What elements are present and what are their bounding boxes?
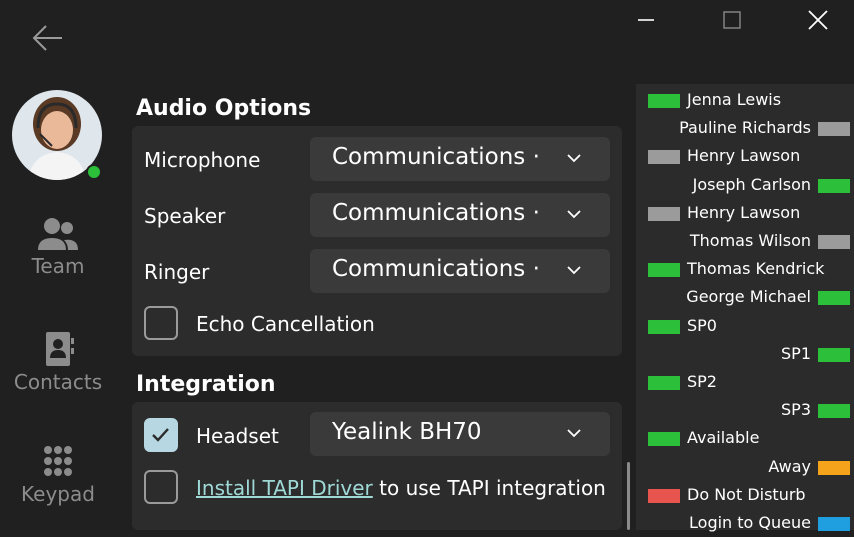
team-icon (38, 218, 78, 250)
team-member-name: Thomas Kendrick (687, 259, 825, 279)
status-swatch (818, 178, 850, 193)
status-swatch (818, 235, 850, 249)
headset-dropdown[interactable]: Yealink BH70 (310, 412, 610, 456)
status-swatch (648, 432, 680, 447)
team-member[interactable]: Pauline Richards (636, 114, 854, 142)
team-member[interactable]: Henry Lawson (636, 199, 854, 227)
team-member[interactable]: Jenna Lewis (636, 86, 854, 114)
team-member-name: George Michael (686, 287, 811, 307)
contacts-icon (46, 332, 74, 366)
team-member-name: SP3 (781, 400, 811, 420)
nav-keypad[interactable]: Keypad (0, 442, 116, 506)
team-member[interactable]: SP1 (636, 340, 854, 368)
chevron-down-icon (567, 429, 581, 438)
maximize-icon (723, 11, 741, 29)
status-swatch (648, 376, 680, 390)
settings-panel: Audio Options Microphone Communications … (128, 84, 630, 530)
presence-indicator (86, 164, 102, 180)
tapi-checkbox[interactable] (144, 470, 178, 504)
integration-title: Integration (136, 372, 276, 397)
team-member-name: SP0 (687, 315, 717, 335)
chevron-down-icon (567, 210, 581, 219)
chevron-down-icon (567, 266, 581, 275)
team-member[interactable]: Do Not Disturb (636, 481, 854, 509)
team-member-name: SP1 (781, 343, 811, 363)
echo-cancellation-checkbox[interactable] (144, 306, 178, 340)
team-member[interactable]: SP2 (636, 368, 854, 396)
status-swatch (818, 517, 850, 531)
team-member[interactable]: Login to Queue (636, 509, 854, 537)
status-swatch (648, 206, 680, 221)
audio-options-panel: Microphone Communications · Speaker Comm… (132, 126, 622, 356)
headset-value: Yealink BH70 (332, 419, 482, 445)
status-swatch (818, 347, 850, 362)
speaker-value: Communications · (332, 200, 540, 226)
check-icon (152, 428, 169, 442)
headset-checkbox[interactable] (144, 418, 178, 452)
status-swatch (648, 319, 680, 334)
title-bar (0, 0, 854, 80)
microphone-dropdown[interactable]: Communications · (310, 137, 610, 181)
team-member-name: Pauline Richards (679, 118, 811, 138)
team-member-name: Henry Lawson (687, 202, 801, 222)
team-status-panel: Jenna Lewis Pauline Richards Henry Lawson J… (636, 84, 854, 532)
team-member-name: Login to Queue (689, 513, 811, 532)
ringer-value: Communications · (332, 256, 540, 282)
team-member-name: Jenna Lewis (687, 90, 782, 109)
microphone-value: Communications · (332, 144, 540, 170)
status-swatch (648, 150, 680, 165)
team-member[interactable]: Thomas Kendrick (636, 255, 854, 283)
tapi-suffix: to use TAPI integration (372, 476, 606, 500)
team-member-name: Henry Lawson (687, 146, 801, 166)
status-swatch (818, 404, 850, 419)
maximize-button[interactable] (714, 6, 750, 36)
team-member-name: Joseph Carlson (692, 174, 811, 194)
team-member-name: Do Not Disturb (687, 484, 806, 504)
minimize-icon (638, 19, 654, 21)
status-swatch (648, 94, 680, 108)
minimize-button[interactable] (628, 6, 664, 36)
ringer-dropdown[interactable]: Communications · (310, 249, 610, 293)
team-member-name: Available (687, 428, 760, 448)
team-member[interactable]: Henry Lawson (636, 142, 854, 170)
status-swatch (818, 460, 850, 475)
chevron-down-icon (567, 154, 581, 163)
nav-keypad-label: Keypad (21, 482, 95, 506)
microphone-label: Microphone (144, 148, 261, 172)
keypad-icon (44, 446, 72, 476)
team-member[interactable]: George Michael (636, 283, 854, 311)
ringer-label: Ringer (144, 260, 210, 284)
speaker-dropdown[interactable]: Communications · (310, 193, 610, 237)
audio-options-title: Audio Options (136, 96, 312, 121)
nav-contacts[interactable]: Contacts (0, 330, 116, 394)
status-swatch (818, 291, 850, 306)
team-member[interactable]: SP3 (636, 396, 854, 424)
nav-contacts-label: Contacts (13, 370, 103, 394)
close-button[interactable] (800, 6, 836, 36)
team-member[interactable]: Joseph Carlson (636, 171, 854, 199)
team-member-name: Away (768, 456, 811, 476)
headset-label: Headset (196, 424, 279, 448)
nav-team[interactable]: Team (0, 214, 116, 278)
settings-scrollbar[interactable] (627, 462, 630, 530)
status-swatch (648, 263, 680, 278)
nav-team-label: Team (31, 254, 85, 278)
tapi-text: Install TAPI Driver to use TAPI integrat… (196, 476, 606, 500)
team-member-name: Thomas Wilson (689, 231, 811, 250)
team-member[interactable]: Thomas Wilson (636, 227, 854, 255)
integration-panel: Headset Yealink BH70 Install TAPI Driver… (132, 402, 622, 530)
arrow-left-icon (32, 25, 62, 51)
status-swatch (818, 122, 850, 137)
speaker-label: Speaker (144, 204, 226, 228)
close-icon (808, 10, 828, 30)
team-member[interactable]: Available (636, 424, 854, 452)
back-button[interactable] (28, 20, 68, 56)
sidebar: Team Contacts Keypad (0, 80, 116, 530)
team-member-name: SP2 (687, 372, 717, 391)
team-member[interactable]: Away (636, 453, 854, 481)
install-tapi-driver-link[interactable]: Install TAPI Driver (196, 476, 373, 500)
status-swatch (648, 488, 680, 503)
team-member[interactable]: SP0 (636, 312, 854, 340)
echo-cancellation-label: Echo Cancellation (196, 312, 375, 336)
